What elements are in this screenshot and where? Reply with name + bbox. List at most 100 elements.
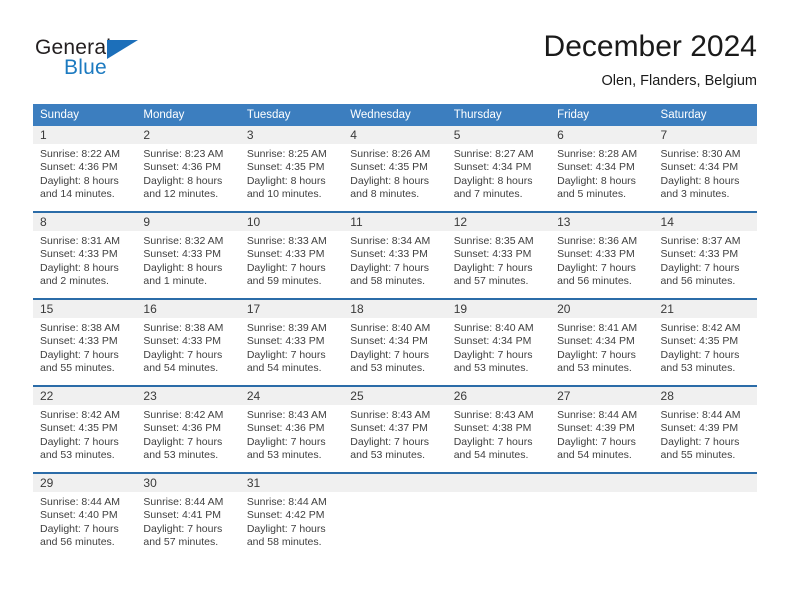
calendar-day-cell[interactable]: 29 Sunrise: 8:44 AM Sunset: 4:40 PM Dayligh… [33, 474, 137, 559]
day-number: 1 [33, 126, 137, 144]
day-sun-info: Sunrise: 8:37 AM Sunset: 4:33 PM Daylight:… [654, 231, 757, 289]
daylight-duration-line1: Daylight: 7 hours [246, 348, 326, 361]
calendar-day-cell[interactable]: 7 Sunrise: 8:30 AM Sunset: 4:34 PM Daylight… [653, 126, 757, 211]
calendar-day-cell[interactable]: 26 Sunrise: 8:43 AM Sunset: 4:38 PM Dayligh… [446, 387, 551, 472]
calendar-day-cell[interactable]: 23 Sunrise: 8:42 AM Sunset: 4:36 PM Dayligh… [136, 387, 240, 472]
calendar-day-cell[interactable]: 21 Sunrise: 8:42 AM Sunset: 4:35 PM Dayligh… [653, 300, 757, 385]
day-number: 5 [446, 126, 551, 144]
sunrise-time: Sunrise: 8:31 AM [40, 235, 120, 247]
day-sun-info: Sunrise: 8:27 AM Sunset: 4:34 PM Daylight:… [447, 144, 550, 202]
calendar-day-cell[interactable]: 28 Sunrise: 8:44 AM Sunset: 4:39 PM Dayligh… [653, 387, 757, 472]
weekday-header-friday: Friday [550, 104, 654, 126]
calendar-day-cell[interactable]: 14 Sunrise: 8:37 AM Sunset: 4:33 PM Dayligh… [653, 213, 757, 298]
daylight-duration-line2: and 2 minutes. [40, 275, 109, 288]
daylight-duration-line2: and 53 minutes. [143, 449, 219, 462]
day-sun-info: Sunrise: 8:41 AM Sunset: 4:34 PM Daylight:… [550, 318, 653, 376]
daylight-duration-line1: Daylight: 7 hours [557, 348, 636, 361]
day-sun-info: Sunrise: 8:31 AM Sunset: 4:33 PM Daylight:… [33, 231, 136, 289]
daylight-duration-line1: Daylight: 7 hours [246, 435, 326, 448]
sunrise-time: Sunrise: 8:40 AM [350, 322, 431, 334]
weekday-header-saturday: Saturday [653, 104, 757, 126]
calendar-day-cell[interactable]: 27 Sunrise: 8:44 AM Sunset: 4:39 PM Dayligh… [550, 387, 654, 472]
sunset-time: Sunset: 4:34 PM [453, 335, 532, 348]
calendar-day-cell[interactable]: 2 Sunrise: 8:23 AM Sunset: 4:36 PM Daylight… [136, 126, 240, 211]
daylight-duration-line1: Daylight: 8 hours [246, 174, 326, 187]
calendar-day-cell[interactable]: 3 Sunrise: 8:25 AM Sunset: 4:35 PM Daylight… [239, 126, 344, 211]
day-number: 22 [33, 387, 137, 405]
sunrise-time: Sunrise: 8:42 AM [660, 322, 741, 334]
daylight-duration-line2: and 56 minutes. [660, 275, 736, 288]
daylight-duration-line2: and 59 minutes. [246, 275, 322, 288]
calendar-day-cell[interactable]: 12 Sunrise: 8:35 AM Sunset: 4:33 PM Dayligh… [446, 213, 551, 298]
daylight-duration-line1: Daylight: 8 hours [143, 174, 223, 187]
day-sun-info: Sunrise: 8:42 AM Sunset: 4:35 PM Daylight:… [33, 405, 136, 463]
calendar-day-cell[interactable]: 16 Sunrise: 8:38 AM Sunset: 4:33 PM Dayligh… [136, 300, 240, 385]
day-number: 30 [136, 474, 240, 492]
calendar-day-cell[interactable]: 30 Sunrise: 8:44 AM Sunset: 4:41 PM Dayligh… [136, 474, 240, 559]
logo-text-blue: Blue [64, 56, 107, 79]
calendar-day-cell-empty [446, 474, 551, 559]
daylight-duration-line1: Daylight: 7 hours [246, 522, 326, 535]
calendar-day-cell[interactable]: 10 Sunrise: 8:33 AM Sunset: 4:33 PM Dayligh… [239, 213, 344, 298]
sunrise-time: Sunrise: 8:42 AM [143, 409, 224, 421]
calendar-day-cell[interactable]: 17 Sunrise: 8:39 AM Sunset: 4:33 PM Dayligh… [239, 300, 344, 385]
calendar-day-cell[interactable]: 11 Sunrise: 8:34 AM Sunset: 4:33 PM Dayligh… [343, 213, 447, 298]
sunset-time: Sunset: 4:39 PM [557, 422, 635, 435]
day-sun-info: Sunrise: 8:25 AM Sunset: 4:35 PM Daylight:… [240, 144, 343, 202]
sunrise-time: Sunrise: 8:43 AM [246, 409, 327, 421]
daylight-duration-line2: and 3 minutes. [660, 188, 730, 201]
sunset-time: Sunset: 4:33 PM [246, 335, 325, 348]
calendar-day-cell[interactable]: 5 Sunrise: 8:27 AM Sunset: 4:34 PM Daylight… [446, 126, 551, 211]
sunset-time: Sunset: 4:35 PM [350, 161, 428, 174]
calendar-day-cell[interactable]: 6 Sunrise: 8:28 AM Sunset: 4:34 PM Daylight… [550, 126, 654, 211]
calendar-day-cell[interactable]: 8 Sunrise: 8:31 AM Sunset: 4:33 PM Daylight… [33, 213, 137, 298]
daylight-duration-line1: Daylight: 7 hours [40, 348, 119, 361]
calendar-day-cell[interactable]: 9 Sunrise: 8:32 AM Sunset: 4:33 PM Daylight… [136, 213, 240, 298]
calendar-day-cell[interactable]: 13 Sunrise: 8:36 AM Sunset: 4:33 PM Dayligh… [550, 213, 654, 298]
daylight-duration-line2: and 53 minutes. [453, 362, 529, 375]
calendar-day-cell[interactable]: 4 Sunrise: 8:26 AM Sunset: 4:35 PM Daylight… [343, 126, 447, 211]
calendar-day-cell[interactable]: 24 Sunrise: 8:43 AM Sunset: 4:36 PM Dayligh… [239, 387, 344, 472]
daylight-duration-line1: Daylight: 7 hours [660, 435, 740, 448]
daylight-duration-line1: Daylight: 7 hours [143, 435, 223, 448]
weekday-header-tuesday: Tuesday [239, 104, 344, 126]
calendar-day-cell[interactable]: 15 Sunrise: 8:38 AM Sunset: 4:33 PM Dayligh… [33, 300, 137, 385]
sunrise-sunset-calendar-table: Sunday Monday Tuesday Wednesday Thursday… [33, 104, 757, 559]
sunrise-time: Sunrise: 8:25 AM [246, 148, 327, 160]
day-number: 13 [550, 213, 654, 231]
day-sun-info: Sunrise: 8:43 AM Sunset: 4:36 PM Daylight:… [240, 405, 343, 463]
sunset-time: Sunset: 4:33 PM [40, 248, 118, 261]
sunrise-time: Sunrise: 8:43 AM [453, 409, 534, 421]
calendar-day-cell[interactable]: 22 Sunrise: 8:42 AM Sunset: 4:35 PM Dayligh… [33, 387, 137, 472]
daylight-duration-line1: Daylight: 7 hours [660, 261, 740, 274]
day-number [343, 474, 447, 492]
day-number: 21 [653, 300, 757, 318]
day-number: 18 [343, 300, 447, 318]
sunrise-time: Sunrise: 8:33 AM [246, 235, 327, 247]
sunset-time: Sunset: 4:34 PM [557, 161, 635, 174]
calendar-day-cell[interactable]: 19 Sunrise: 8:40 AM Sunset: 4:34 PM Dayligh… [446, 300, 551, 385]
daylight-duration-line1: Daylight: 7 hours [350, 348, 430, 361]
calendar-day-cell[interactable]: 31 Sunrise: 8:44 AM Sunset: 4:42 PM Dayligh… [239, 474, 344, 559]
daylight-duration-line2: and 54 minutes. [246, 362, 322, 375]
day-sun-info: Sunrise: 8:22 AM Sunset: 4:36 PM Daylight:… [33, 144, 136, 202]
sunrise-time: Sunrise: 8:27 AM [453, 148, 534, 160]
day-sun-info [343, 492, 446, 496]
sunrise-time: Sunrise: 8:42 AM [40, 409, 120, 421]
calendar-day-cell[interactable]: 18 Sunrise: 8:40 AM Sunset: 4:34 PM Dayligh… [343, 300, 447, 385]
day-number: 4 [343, 126, 447, 144]
daylight-duration-line2: and 57 minutes. [453, 275, 529, 288]
calendar-week-row: 15 Sunrise: 8:38 AM Sunset: 4:33 PM Dayligh… [33, 300, 757, 385]
sunset-time: Sunset: 4:37 PM [350, 422, 428, 435]
daylight-duration-line2: and 53 minutes. [40, 449, 115, 462]
general-blue-logo[interactable]: General Blue [35, 36, 215, 88]
sunrise-time: Sunrise: 8:23 AM [143, 148, 224, 160]
daylight-duration-line1: Daylight: 8 hours [453, 174, 533, 187]
daylight-duration-line1: Daylight: 7 hours [350, 435, 430, 448]
sunrise-time: Sunrise: 8:41 AM [557, 322, 638, 334]
day-number: 9 [136, 213, 240, 231]
day-sun-info: Sunrise: 8:44 AM Sunset: 4:39 PM Daylight:… [550, 405, 653, 463]
calendar-day-cell[interactable]: 1 Sunrise: 8:22 AM Sunset: 4:36 PM Daylight… [33, 126, 137, 211]
calendar-day-cell[interactable]: 25 Sunrise: 8:43 AM Sunset: 4:37 PM Dayligh… [343, 387, 447, 472]
calendar-day-cell[interactable]: 20 Sunrise: 8:41 AM Sunset: 4:34 PM Dayligh… [550, 300, 654, 385]
